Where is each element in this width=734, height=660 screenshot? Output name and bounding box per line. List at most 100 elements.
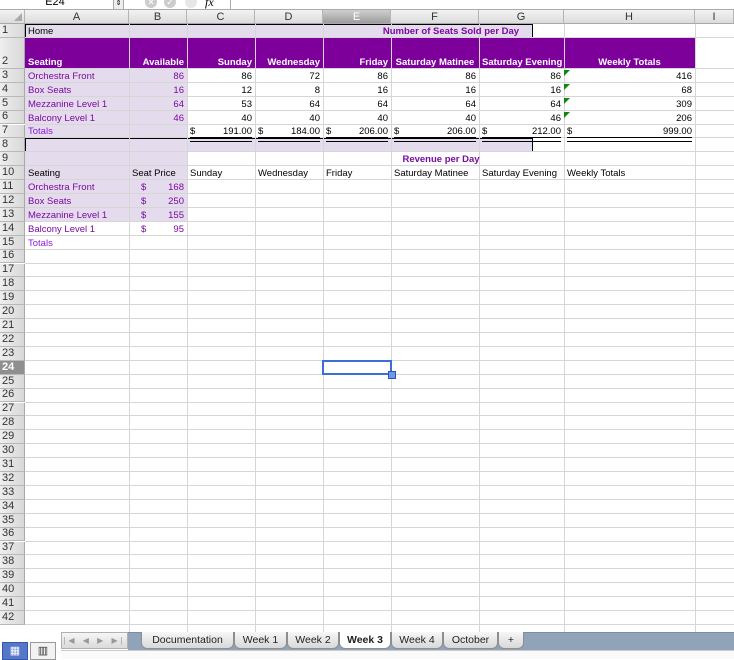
seats-sold-value[interactable]: 40 <box>255 112 323 125</box>
weekly-total-value[interactable]: 206 <box>564 112 695 125</box>
available-value[interactable]: 64 <box>129 98 187 111</box>
column-header-c[interactable]: C <box>187 10 255 24</box>
row-header-9[interactable]: 9 <box>0 152 25 167</box>
row-header-39[interactable]: 39 <box>0 569 25 584</box>
column-header-f[interactable]: F <box>391 10 479 24</box>
row-header-1[interactable]: 1 <box>0 24 25 38</box>
sheet-tab-week-4[interactable]: Week 4 <box>391 632 443 649</box>
seating-name[interactable]: Mezzanine Level 1 <box>25 209 129 222</box>
row-header-42[interactable]: 42 <box>0 611 25 625</box>
row-header-11[interactable]: 11 <box>0 180 25 194</box>
row-header-16[interactable]: 16 <box>0 249 25 264</box>
seats-sold-value[interactable]: 64 <box>255 98 323 111</box>
row-header-13[interactable]: 13 <box>0 208 25 222</box>
confirm-icon[interactable]: ✓ <box>164 0 176 8</box>
row-header-32[interactable]: 32 <box>0 472 25 486</box>
seats-sold-value[interactable]: 86 <box>391 70 479 83</box>
weekly-total-value[interactable]: 68 <box>564 84 695 97</box>
sheet-tab-week-3[interactable]: Week 3 <box>339 632 391 649</box>
row-header-25[interactable]: 25 <box>0 375 25 389</box>
row-header-14[interactable]: 14 <box>0 222 25 236</box>
row-header-37[interactable]: 37 <box>0 541 25 556</box>
available-value[interactable]: 46 <box>129 112 187 125</box>
sheet-tab-week-1[interactable]: Week 1 <box>234 632 287 649</box>
row-header-8[interactable]: 8 <box>0 138 25 153</box>
weekly-total-value[interactable]: 309 <box>564 98 695 111</box>
seating-name[interactable]: Balcony Level 1 <box>25 112 129 125</box>
normal-view-icon[interactable]: ▦ <box>2 642 28 660</box>
seats-sold-value[interactable]: 64 <box>391 98 479 111</box>
seating-name[interactable]: Balcony Level 1 <box>25 223 129 236</box>
seats-sold-value[interactable]: 40 <box>323 112 391 125</box>
row-header-33[interactable]: 33 <box>0 486 25 500</box>
row-header-7[interactable]: 7 <box>0 124 25 139</box>
seats-sold-value[interactable]: 86 <box>323 70 391 83</box>
row-header-3[interactable]: 3 <box>0 69 25 83</box>
seats-sold-value[interactable]: 12 <box>187 84 255 97</box>
seats-sold-value[interactable]: 46 <box>479 112 564 125</box>
fill-handle[interactable] <box>388 370 396 379</box>
row-header-35[interactable]: 35 <box>0 514 25 528</box>
row-header-26[interactable]: 26 <box>0 388 25 403</box>
seats-sold-value[interactable]: 72 <box>255 70 323 83</box>
fx-button[interactable]: fx <box>205 0 214 9</box>
column-header-b[interactable]: B <box>129 10 187 24</box>
seat-price-value[interactable]: 168 <box>129 181 187 194</box>
row-header-22[interactable]: 22 <box>0 333 25 347</box>
seats-sold-value[interactable]: 53 <box>187 98 255 111</box>
select-all-corner[interactable] <box>0 10 25 24</box>
column-header-g[interactable]: G <box>479 10 564 24</box>
row-header-10[interactable]: 10 <box>0 166 25 181</box>
name-box-stepper-icon[interactable]: ⇕ <box>113 0 124 9</box>
row-header-5[interactable]: 5 <box>0 97 25 111</box>
seats-sold-value[interactable]: 64 <box>479 98 564 111</box>
row-header-12[interactable]: 12 <box>0 194 25 208</box>
row-header-21[interactable]: 21 <box>0 319 25 333</box>
name-box[interactable]: E24 <box>0 0 110 8</box>
row-header-27[interactable]: 27 <box>0 402 25 417</box>
error-indicator-icon[interactable] <box>564 111 570 118</box>
seats-sold-value[interactable]: 86 <box>479 70 564 83</box>
row-header-31[interactable]: 31 <box>0 458 25 472</box>
row-header-30[interactable]: 30 <box>0 444 25 459</box>
seating-name[interactable]: Orchestra Front <box>25 70 129 83</box>
row-header-2[interactable]: 2 <box>0 37 25 69</box>
weekly-total-value[interactable]: 416 <box>564 70 695 83</box>
row-header-23[interactable]: 23 <box>0 347 25 361</box>
column-header-i[interactable]: I <box>695 10 734 24</box>
seat-price-value[interactable]: 155 <box>129 209 187 222</box>
seats-sold-value[interactable]: 86 <box>187 70 255 83</box>
selected-cell[interactable] <box>322 359 392 375</box>
seats-sold-value[interactable]: 16 <box>323 84 391 97</box>
column-header-d[interactable]: D <box>255 10 323 24</box>
row-header-38[interactable]: 38 <box>0 555 25 570</box>
sheet-tab-october[interactable]: October <box>443 632 498 649</box>
row-header-29[interactable]: 29 <box>0 430 25 445</box>
row-header-34[interactable]: 34 <box>0 500 25 514</box>
error-indicator-icon[interactable] <box>564 97 570 104</box>
seats-sold-value[interactable]: 40 <box>391 112 479 125</box>
row-header-40[interactable]: 40 <box>0 583 25 598</box>
seats-sold-value[interactable]: 64 <box>323 98 391 111</box>
error-indicator-icon[interactable] <box>564 83 570 90</box>
error-indicator-icon[interactable] <box>564 69 570 76</box>
seats-sold-value[interactable]: 8 <box>255 84 323 97</box>
home-cell[interactable]: Home <box>25 25 129 38</box>
seats-sold-value[interactable]: 16 <box>391 84 479 97</box>
column-header-a[interactable]: A <box>25 10 129 24</box>
available-value[interactable]: 86 <box>129 70 187 83</box>
column-header-e[interactable]: E <box>323 10 391 24</box>
page-layout-view-icon[interactable]: ▥ <box>30 642 56 660</box>
row-header-18[interactable]: 18 <box>0 277 25 292</box>
available-value[interactable]: 16 <box>129 84 187 97</box>
row-header-20[interactable]: 20 <box>0 305 25 320</box>
seats-sold-value[interactable]: 16 <box>479 84 564 97</box>
seating-name[interactable]: Orchestra Front <box>25 181 129 194</box>
row-header-41[interactable]: 41 <box>0 597 25 611</box>
spreadsheet-grid[interactable]: Home Number of Seats Sold per Day Seating A… <box>25 24 734 632</box>
seats-sold-value[interactable]: 40 <box>187 112 255 125</box>
cancel-icon[interactable]: ✕ <box>145 0 157 8</box>
sheet-nav-buttons[interactable]: |◀ ◀ ▶ ▶| <box>61 632 128 649</box>
row-header-24[interactable]: 24 <box>0 361 25 375</box>
row-header-19[interactable]: 19 <box>0 291 25 306</box>
